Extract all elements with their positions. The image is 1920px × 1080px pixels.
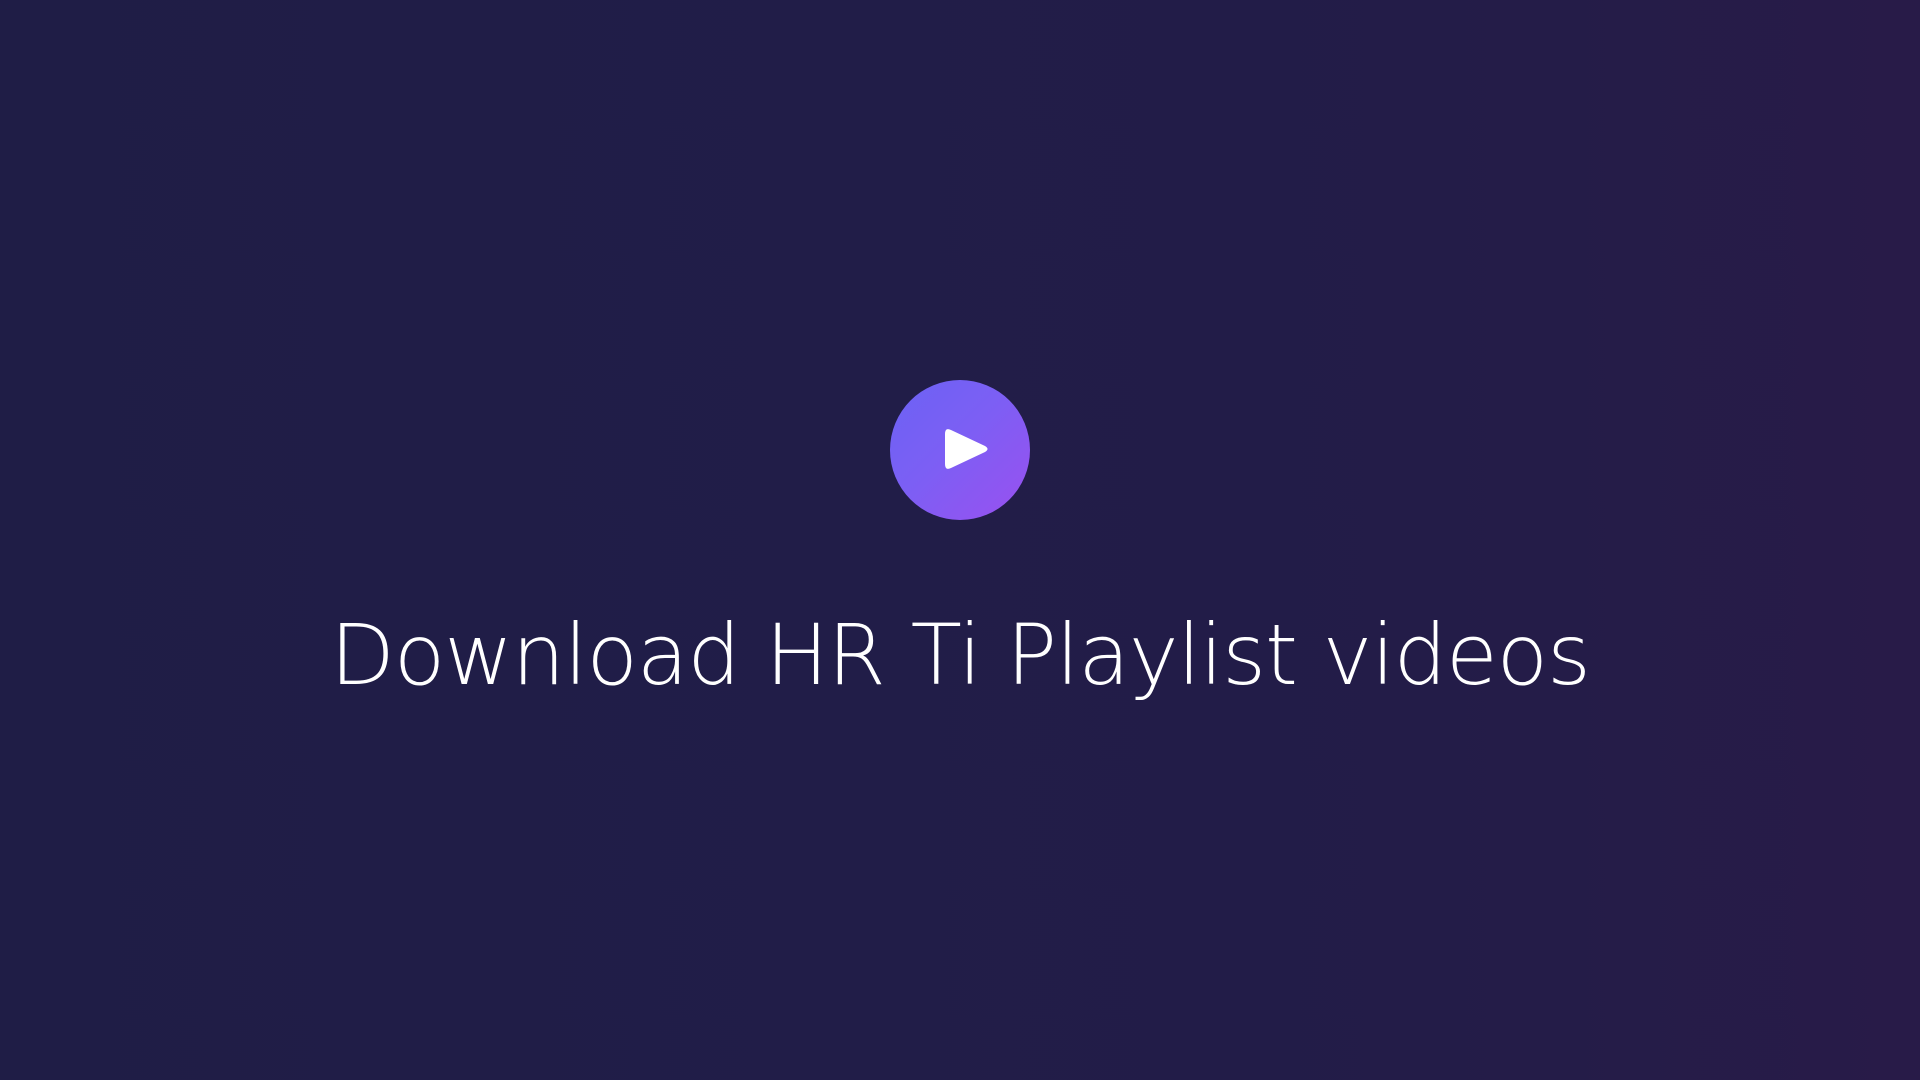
video-placeholder: Download HR Ti Playlist videos bbox=[0, 0, 1920, 1080]
play-icon bbox=[945, 429, 988, 469]
play-button[interactable] bbox=[890, 380, 1030, 520]
page-title: Download HR Ti Playlist videos bbox=[330, 606, 1591, 704]
